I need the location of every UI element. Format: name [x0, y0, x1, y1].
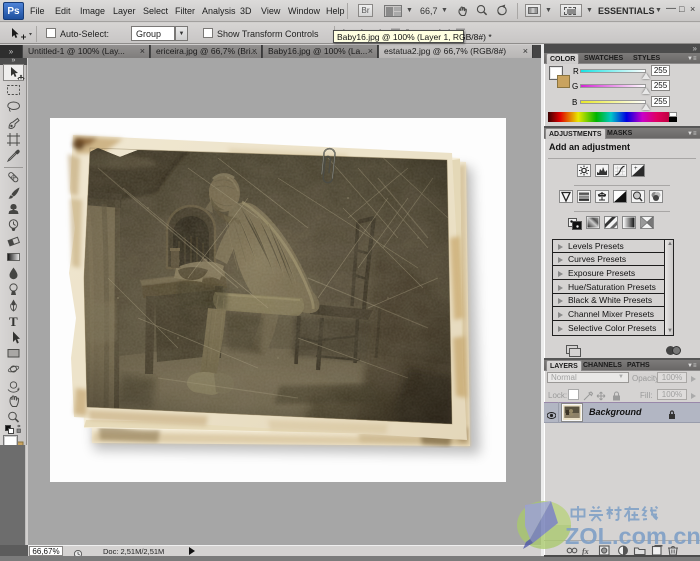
svg-text:ZOL.com.cn: ZOL.com.cn	[565, 523, 700, 549]
svg-text:+: +	[634, 166, 638, 172]
svg-text:T: T	[9, 314, 18, 329]
